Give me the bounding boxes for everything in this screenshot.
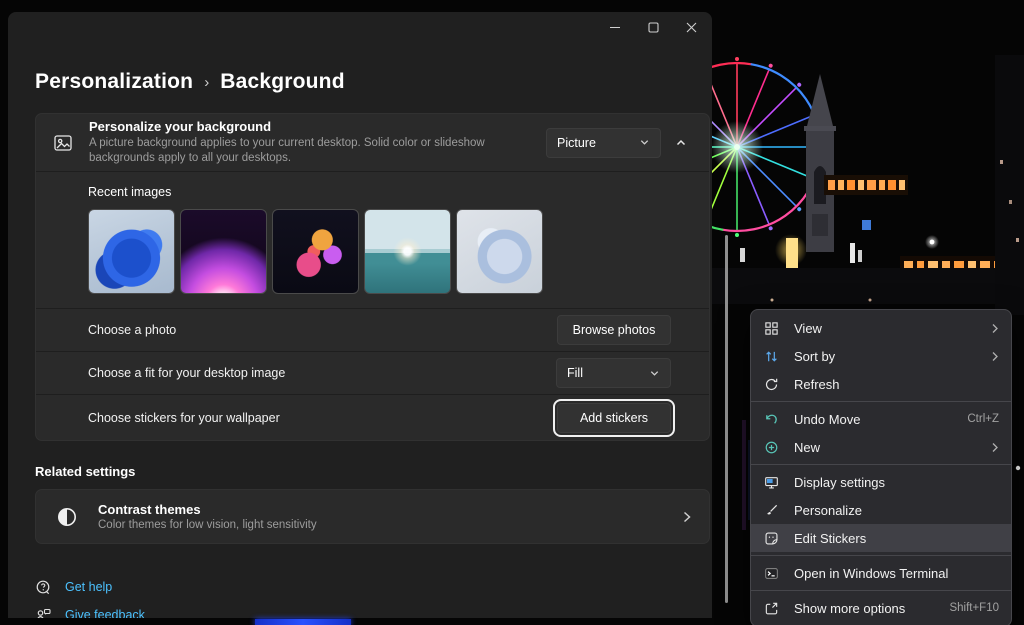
card-title: Personalize your background [89, 119, 546, 134]
dropdown-value: Picture [557, 136, 596, 150]
menu-item-show-more-options[interactable]: Show more options Shift+F10 [751, 594, 1011, 622]
maximize-icon [648, 22, 659, 33]
choose-stickers-row: Choose stickers for your wallpaper Add s… [36, 394, 709, 440]
lit-doorway [786, 238, 798, 268]
taskbar-accent-glow [255, 619, 351, 625]
submenu-chevron-icon [991, 442, 999, 453]
contrast-themes-description: Color themes for low vision, light sensi… [98, 519, 681, 531]
page-title: Background [220, 70, 345, 94]
refresh-icon [763, 377, 780, 392]
desktop-context-menu: View Sort by [750, 309, 1012, 625]
street-lamp [930, 240, 935, 245]
footer-links: Get help Give feedback [35, 573, 712, 618]
paintbrush-icon [763, 503, 780, 518]
menu-item-refresh[interactable]: Refresh [751, 370, 1011, 398]
settings-window: Personalization › Background Personal [8, 12, 712, 618]
menu-item-undo-move[interactable]: Undo Move Ctrl+Z [751, 405, 1011, 433]
shortcut-label: Ctrl+Z [967, 413, 999, 425]
contrast-icon [36, 506, 98, 528]
title-bar[interactable] [8, 12, 712, 42]
menu-separator [751, 401, 1011, 402]
recent-images-label: Recent images [88, 185, 709, 199]
card-description: A picture background applies to your cur… [89, 136, 546, 166]
lit-sign-upper [824, 175, 908, 195]
minimize-button[interactable] [596, 14, 634, 40]
help-icon [35, 579, 52, 596]
close-button[interactable] [672, 14, 710, 40]
choose-fit-row: Choose a fit for your desktop image Fill [36, 351, 709, 394]
photo-icon [53, 133, 75, 153]
feedback-icon [35, 607, 52, 619]
personalize-background-card: Personalize your background A picture ba… [35, 113, 710, 441]
menu-item-display-settings[interactable]: Display settings [751, 468, 1011, 496]
thumbnail-windows-bloom-light[interactable] [456, 209, 543, 294]
background-type-dropdown[interactable]: Picture [546, 128, 661, 158]
menu-separator [751, 555, 1011, 556]
sticker-icon [763, 531, 780, 546]
thumbnail-sunrise-water[interactable] [364, 209, 451, 294]
view-grid-icon [763, 321, 780, 336]
minimize-icon [610, 22, 621, 33]
menu-item-sort-by[interactable]: Sort by [751, 342, 1011, 370]
choose-fit-label: Choose a fit for your desktop image [88, 366, 556, 380]
screen: Personalization › Background Personal [0, 0, 1024, 625]
chevron-down-icon [649, 368, 660, 379]
thumbnail-windows-bloom-blue[interactable] [88, 209, 175, 294]
add-stickers-button[interactable]: Add stickers [557, 403, 671, 433]
menu-item-new[interactable]: New [751, 433, 1011, 461]
choose-photo-row: Choose a photo Browse photos [36, 308, 709, 351]
undo-icon [763, 412, 780, 427]
related-settings-heading: Related settings [35, 464, 712, 479]
close-icon [686, 22, 697, 33]
browse-photos-button[interactable]: Browse photos [557, 315, 671, 345]
thumbnail-abstract-ribbon[interactable] [272, 209, 359, 294]
display-icon [763, 475, 780, 490]
maximize-button[interactable] [634, 14, 672, 40]
menu-item-view[interactable]: View [751, 314, 1011, 342]
submenu-chevron-icon [991, 351, 999, 362]
choose-stickers-label: Choose stickers for your wallpaper [88, 411, 557, 425]
get-help-link[interactable]: Get help [35, 573, 712, 601]
menu-item-edit-stickers[interactable]: Edit Stickers [751, 524, 1011, 552]
get-help-label: Get help [65, 580, 112, 594]
contrast-themes-title: Contrast themes [98, 502, 681, 517]
menu-separator [751, 464, 1011, 465]
menu-separator [751, 590, 1011, 591]
contrast-themes-card[interactable]: Contrast themes Color themes for low vis… [35, 489, 710, 544]
sort-arrows-icon [763, 349, 780, 364]
menu-item-open-windows-terminal[interactable]: Open in Windows Terminal [751, 559, 1011, 587]
recent-images-section: Recent images [36, 171, 709, 308]
give-feedback-label: Give feedback [65, 608, 145, 618]
breadcrumb-separator-icon: › [204, 74, 209, 91]
menu-item-personalize[interactable]: Personalize [751, 496, 1011, 524]
scrollbar-thumb[interactable] [725, 235, 728, 603]
new-plus-icon [763, 440, 780, 455]
fit-dropdown[interactable]: Fill [556, 358, 671, 388]
shortcut-label: Shift+F10 [949, 602, 999, 614]
choose-photo-label: Choose a photo [88, 323, 557, 337]
give-feedback-link[interactable]: Give feedback [35, 601, 712, 618]
chevron-up-icon [675, 137, 687, 149]
terminal-icon [763, 566, 780, 581]
breadcrumb-personalization[interactable]: Personalization [35, 70, 193, 94]
chevron-down-icon [639, 137, 650, 148]
dropdown-value: Fill [567, 366, 583, 380]
collapse-expander-button[interactable] [675, 137, 687, 149]
blue-window [862, 220, 871, 230]
submenu-chevron-icon [991, 323, 999, 334]
chevron-right-icon [681, 510, 693, 524]
personalize-background-header[interactable]: Personalize your background A picture ba… [36, 114, 709, 171]
expand-icon [763, 601, 780, 616]
thumbnail-glow-arc-purple[interactable] [180, 209, 267, 294]
breadcrumb: Personalization › Background [35, 70, 712, 94]
recent-images-list [88, 209, 709, 294]
